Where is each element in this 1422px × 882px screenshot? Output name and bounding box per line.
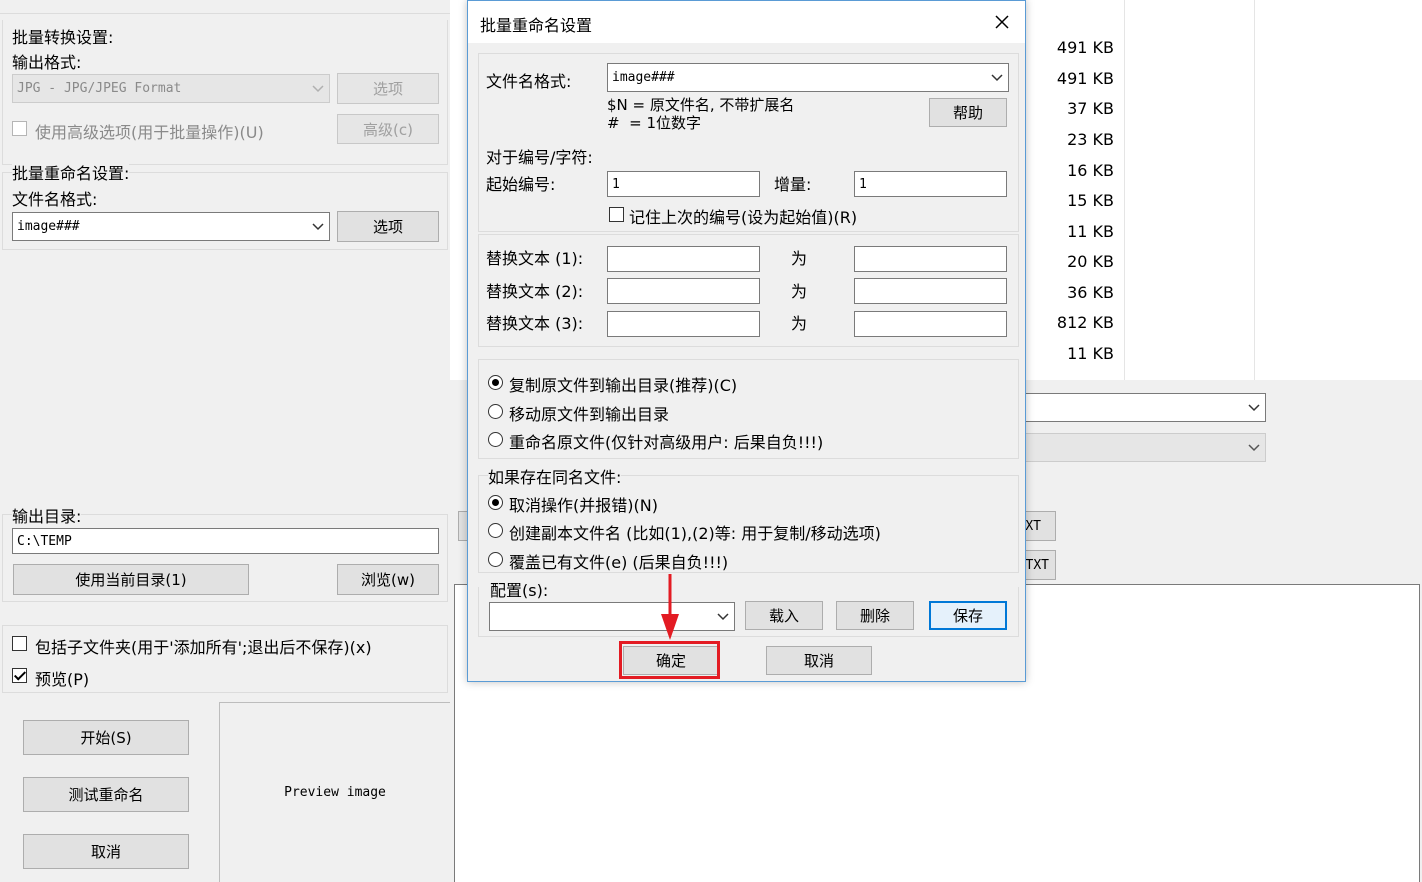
load-button[interactable]: 载入 [745, 601, 823, 630]
chevron-down-icon [1248, 443, 1260, 451]
file-size: 23 KB [1067, 130, 1114, 149]
preview-image-text: Preview image [284, 785, 386, 800]
advanced-button: 高级(c) [337, 114, 439, 144]
remember-number-checkbox[interactable] [609, 207, 624, 222]
filename-format-label: 文件名格式: [12, 190, 98, 209]
chevron-down-icon [717, 612, 729, 620]
remember-number-label[interactable]: 记住上次的编号(设为起始值)(R) [629, 204, 857, 228]
column-divider [1254, 0, 1255, 380]
mode-copy-label[interactable]: 复制原文件到输出目录(推荐)(C) [509, 372, 737, 396]
exists-label: 如果存在同名文件: [488, 464, 622, 488]
mode-rename-label[interactable]: 重命名原文件(仅针对高级用户: 后果自负!!!) [509, 429, 823, 453]
rename-section-title: 批量重命名设置: [12, 160, 130, 184]
exists-overwrite-radio[interactable] [488, 552, 503, 567]
rename-dialog: 批量重命名设置 文件名格式: image### $N = 原文件名, 不带扩展名… [467, 0, 1026, 682]
chevron-down-icon [991, 73, 1003, 81]
mode-move-radio[interactable] [488, 404, 503, 419]
preview-box: Preview image [219, 702, 450, 882]
hint-line-1: $N = 原文件名, 不带扩展名 [607, 96, 795, 114]
chevron-down-icon [1248, 403, 1260, 411]
output-format-label: 输出格式: [12, 53, 82, 72]
replace-1-label: 替换文本 (1): [486, 249, 584, 268]
config-label: 配置(s): [490, 577, 549, 601]
left-panel: 批量转换设置: 输出格式: JPG - JPG/JPEG Format 选项 使… [0, 0, 450, 882]
filename-format-value: image### [17, 219, 80, 234]
output-format-select: JPG - JPG/JPEG Format [12, 74, 330, 103]
exists-overwrite-label[interactable]: 覆盖已有文件(e) (后果自负!!!) [509, 549, 728, 573]
file-size: 11 KB [1067, 344, 1114, 363]
help-button[interactable]: 帮助 [929, 98, 1007, 127]
increment-input[interactable]: 1 [854, 171, 1007, 197]
delete-button[interactable]: 删除 [836, 601, 914, 630]
exists-cancel-label[interactable]: 取消操作(并报错)(N) [509, 492, 658, 516]
chevron-down-icon [312, 84, 324, 92]
output-dir-label: 输出目录: [12, 503, 82, 527]
config-select[interactable] [489, 602, 735, 631]
file-size: 491 KB [1056, 38, 1114, 57]
dialog-filename-format-value: image### [612, 70, 675, 85]
start-number-label: 起始编号: [486, 175, 556, 194]
replace-2-from-input[interactable] [607, 278, 760, 304]
preview-checkbox[interactable] [12, 668, 27, 683]
mode-copy-radio[interactable] [488, 375, 503, 390]
output-dir-input[interactable]: C:\TEMP [12, 528, 439, 554]
replace-2-label: 替换文本 (2): [486, 282, 584, 301]
hint-line-2: # = 1位数字 [607, 114, 701, 132]
dialog-title: 批量重命名设置 [480, 16, 593, 35]
file-size: 491 KB [1056, 69, 1114, 88]
rename-options-button[interactable]: 选项 [337, 211, 439, 242]
use-advanced-label: 使用高级选项(用于批量操作)(U) [35, 123, 264, 142]
preview-label[interactable]: 预览(P) [35, 666, 89, 690]
mode-move-label[interactable]: 移动原文件到输出目录 [509, 401, 669, 425]
save-button[interactable]: 保存 [929, 601, 1007, 630]
mode-rename-radio[interactable] [488, 432, 503, 447]
right-select-1[interactable] [1010, 393, 1266, 422]
increment-label: 增量: [774, 175, 812, 194]
close-icon[interactable] [994, 14, 1010, 30]
dialog-cancel-button[interactable]: 取消 [766, 646, 872, 675]
file-size: 36 KB [1067, 283, 1114, 302]
use-current-dir-button[interactable]: 使用当前目录(1) [13, 564, 249, 595]
replace-1-with-label: 为 [791, 249, 808, 268]
file-size: 20 KB [1067, 252, 1114, 271]
replace-1-from-input[interactable] [607, 246, 760, 272]
format-options-button: 选项 [337, 73, 439, 104]
cancel-button[interactable]: 取消 [23, 834, 189, 869]
chevron-down-icon [312, 222, 324, 230]
right-select-2 [1010, 433, 1266, 462]
replace-1-to-input[interactable] [854, 246, 1007, 272]
numbering-label: 对于编号/字符: [486, 148, 593, 167]
dialog-filename-format-select[interactable]: image### [607, 63, 1009, 92]
replace-3-label: 替换文本 (3): [486, 314, 584, 333]
replace-2-with-label: 为 [791, 282, 808, 301]
replace-3-to-input[interactable] [854, 311, 1007, 337]
include-subfolders-label[interactable]: 包括子文件夹(用于'添加所有';退出后不保存)(x) [35, 634, 372, 658]
ok-highlight-box [619, 641, 720, 679]
top-cutoff-strip [0, 0, 450, 14]
file-size: 812 KB [1056, 313, 1114, 332]
column-divider [1124, 0, 1125, 380]
file-size: 15 KB [1067, 191, 1114, 210]
start-number-input[interactable]: 1 [607, 171, 760, 197]
exists-copy-radio[interactable] [488, 523, 503, 538]
use-advanced-checkbox [12, 121, 27, 136]
dialog-titlebar: 批量重命名设置 [468, 1, 1025, 43]
file-size: 11 KB [1067, 222, 1114, 241]
replace-2-to-input[interactable] [854, 278, 1007, 304]
test-rename-button[interactable]: 测试重命名 [23, 777, 189, 812]
exists-copy-label[interactable]: 创建副本文件名 (比如(1),(2)等: 用于复制/移动选项) [509, 520, 881, 544]
exists-cancel-radio[interactable] [488, 495, 503, 510]
output-format-value: JPG - JPG/JPEG Format [17, 81, 182, 96]
red-arrow-icon [661, 574, 679, 640]
filename-format-select[interactable]: image### [12, 212, 330, 241]
replace-3-with-label: 为 [791, 314, 808, 333]
start-button[interactable]: 开始(S) [23, 720, 189, 755]
browse-button[interactable]: 浏览(w) [337, 564, 439, 595]
dialog-filename-format-label: 文件名格式: [486, 72, 572, 91]
include-subfolders-checkbox[interactable] [12, 636, 27, 651]
batch-section-title: 批量转换设置: [12, 28, 114, 47]
file-size: 37 KB [1067, 99, 1114, 118]
file-size: 16 KB [1067, 161, 1114, 180]
replace-3-from-input[interactable] [607, 311, 760, 337]
